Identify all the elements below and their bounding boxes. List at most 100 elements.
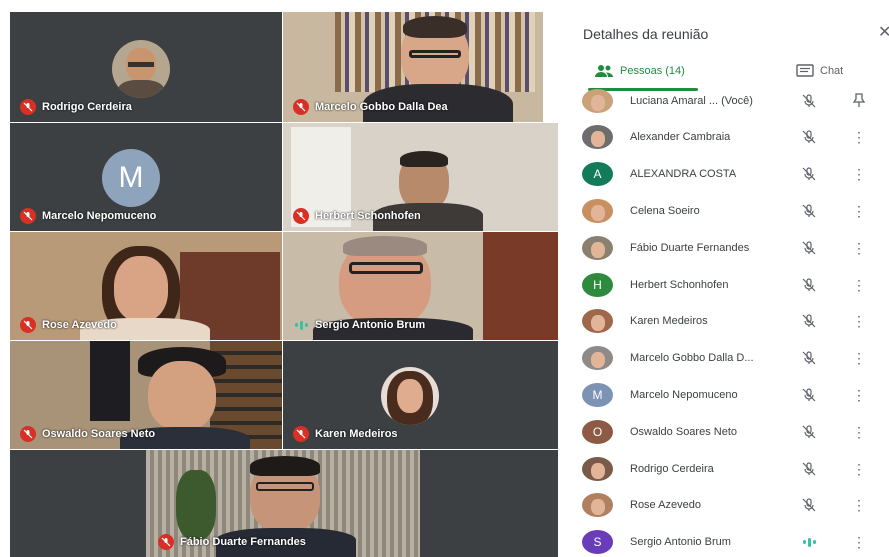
participant-name: ALEXANDRA COSTA [630, 168, 737, 181]
tab-chat-label: Chat [820, 65, 844, 77]
mic-off-icon [293, 426, 309, 442]
more-vert-icon[interactable]: ⋮ [852, 425, 866, 439]
tile-caption: Marcelo Gobbo Dalla Dea [293, 99, 448, 115]
tile-name: Sergio Antonio Brum [315, 319, 426, 331]
avatar-face [590, 462, 605, 479]
more-vert-icon[interactable]: ⋮ [852, 498, 866, 512]
video-tile-rodrigo[interactable]: Rodrigo Cerdeira [10, 12, 282, 122]
participant-row[interactable]: M Marcelo Nepomuceno ⋮ [566, 376, 889, 413]
avatar-face [590, 204, 605, 221]
avatar-face [590, 315, 605, 332]
participant-name: Rodrigo Cerdeira [630, 462, 714, 475]
more-vert-icon[interactable]: ⋮ [852, 278, 866, 292]
more-vert-icon[interactable]: ⋮ [852, 130, 866, 144]
pin-icon[interactable] [852, 92, 866, 110]
avatar-face [590, 94, 605, 111]
participant-name: Oswaldo Soares Neto [630, 425, 737, 438]
mic-off-icon [800, 386, 818, 404]
video-tile-karen[interactable]: Karen Medeiros [283, 341, 558, 449]
participant-row[interactable]: O Oswaldo Soares Neto ⋮ [566, 413, 889, 450]
participant-avatar [582, 346, 613, 371]
participant-avatar [582, 198, 613, 223]
mic-off-icon [800, 239, 818, 257]
mic-off-icon [293, 208, 309, 224]
tile-name: Herbert Schonhofen [315, 210, 421, 222]
people-icon [595, 65, 613, 77]
more-vert-icon[interactable]: ⋮ [852, 204, 866, 218]
mic-off-icon [800, 496, 818, 514]
participant-name: Herbert Schonhofen [630, 278, 729, 291]
participant-row[interactable]: Rose Azevedo ⋮ [566, 487, 889, 524]
participant-row[interactable]: Fábio Duarte Fernandes ⋮ [566, 229, 889, 266]
participant-row[interactable]: A ALEXANDRA COSTA ⋮ [566, 156, 889, 193]
participant-name: Marcelo Nepomuceno [630, 388, 738, 401]
video-tile-herbert[interactable]: Herbert Schonhofen [283, 123, 558, 231]
participant-row[interactable]: Luciana Amaral ... (Você) [566, 82, 889, 119]
participant-avatar: S [582, 530, 613, 555]
video-tile-fabio[interactable]: Fábio Duarte Fernandes [10, 450, 558, 557]
more-vert-icon[interactable]: ⋮ [852, 314, 866, 328]
avatar-face [590, 499, 605, 516]
tile-name: Rose Azevedo [42, 319, 117, 331]
participant-row[interactable]: Alexander Cambraia ⋮ [566, 119, 889, 156]
mic-off-icon [800, 349, 818, 367]
participant-row[interactable]: Celena Soeiro ⋮ [566, 192, 889, 229]
participant-name: Celena Soeiro [630, 204, 700, 217]
mic-off-icon [158, 534, 174, 550]
video-tile-oswaldo[interactable]: Oswaldo Soares Neto [10, 341, 282, 449]
participant-avatar: O [582, 419, 613, 444]
more-vert-icon[interactable]: ⋮ [852, 462, 866, 476]
tab-people-label: Pessoas (14) [620, 65, 685, 77]
mic-off-icon [800, 460, 818, 478]
speaking-indicator-icon [800, 533, 818, 551]
participant-avatar: H [582, 272, 613, 297]
participant-row[interactable]: Karen Medeiros ⋮ [566, 303, 889, 340]
mic-off-icon [293, 99, 309, 115]
more-vert-icon[interactable]: ⋮ [852, 388, 866, 402]
meet-window: Rodrigo Cerdeira Marcelo Gobbo Dalla Dea… [0, 0, 889, 557]
participant-row[interactable]: S Sergio Antonio Brum ⋮ [566, 524, 889, 557]
mic-off-icon [800, 92, 818, 110]
mic-off-icon [800, 165, 818, 183]
participant-avatar [582, 88, 613, 113]
meeting-details-panel: Detalhes da reunião ✕ Pessoas (14) Chat … [566, 0, 889, 557]
more-vert-icon[interactable]: ⋮ [852, 351, 866, 365]
participant-glasses [409, 50, 461, 58]
tile-name: Marcelo Nepomuceno [42, 210, 157, 222]
participant-name: Sergio Antonio Brum [630, 536, 731, 549]
video-tile-sergio[interactable]: Sergio Antonio Brum [283, 232, 558, 340]
video-grid: Rodrigo Cerdeira Marcelo Gobbo Dalla Dea… [0, 0, 566, 557]
participant-row[interactable]: Rodrigo Cerdeira ⋮ [566, 450, 889, 487]
mic-off-icon [20, 426, 36, 442]
participant-avatar [582, 493, 613, 518]
participant-name: Karen Medeiros [630, 315, 708, 328]
tile-name: Marcelo Gobbo Dalla Dea [315, 101, 448, 113]
participant-photo [381, 367, 439, 425]
participant-hair [403, 16, 467, 38]
video-tile-marcelo-nepomuceno[interactable]: M Marcelo Nepomuceno [10, 123, 282, 231]
panel-title: Detalhes da reunião [583, 26, 709, 42]
participant-photo [112, 40, 170, 98]
tile-name: Rodrigo Cerdeira [42, 101, 132, 113]
tile-name: Karen Medeiros [315, 428, 398, 440]
more-vert-icon[interactable]: ⋮ [852, 535, 866, 549]
participant-row[interactable]: Marcelo Gobbo Dalla D... ⋮ [566, 340, 889, 377]
close-icon[interactable]: ✕ [878, 22, 889, 42]
mic-off-icon [20, 317, 36, 333]
mic-off-icon [20, 99, 36, 115]
tile-caption: Herbert Schonhofen [293, 208, 421, 224]
participant-name: Alexander Cambraia [630, 131, 731, 144]
mic-off-icon [800, 128, 818, 146]
participant-name: Marcelo Gobbo Dalla D... [630, 352, 754, 365]
participant-head [114, 256, 168, 322]
video-tile-marcelo-gobbo[interactable]: Marcelo Gobbo Dalla Dea [283, 12, 543, 122]
more-vert-icon[interactable]: ⋮ [852, 241, 866, 255]
participant-row[interactable]: H Herbert Schonhofen ⋮ [566, 266, 889, 303]
more-vert-icon[interactable]: ⋮ [852, 167, 866, 181]
avatar-face [590, 241, 605, 258]
mic-off-icon [800, 312, 818, 330]
tile-caption: Rose Azevedo [20, 317, 117, 333]
video-tile-rose[interactable]: Rose Azevedo [10, 232, 282, 340]
participant-avatar: M [102, 149, 160, 207]
chat-icon [796, 64, 814, 77]
